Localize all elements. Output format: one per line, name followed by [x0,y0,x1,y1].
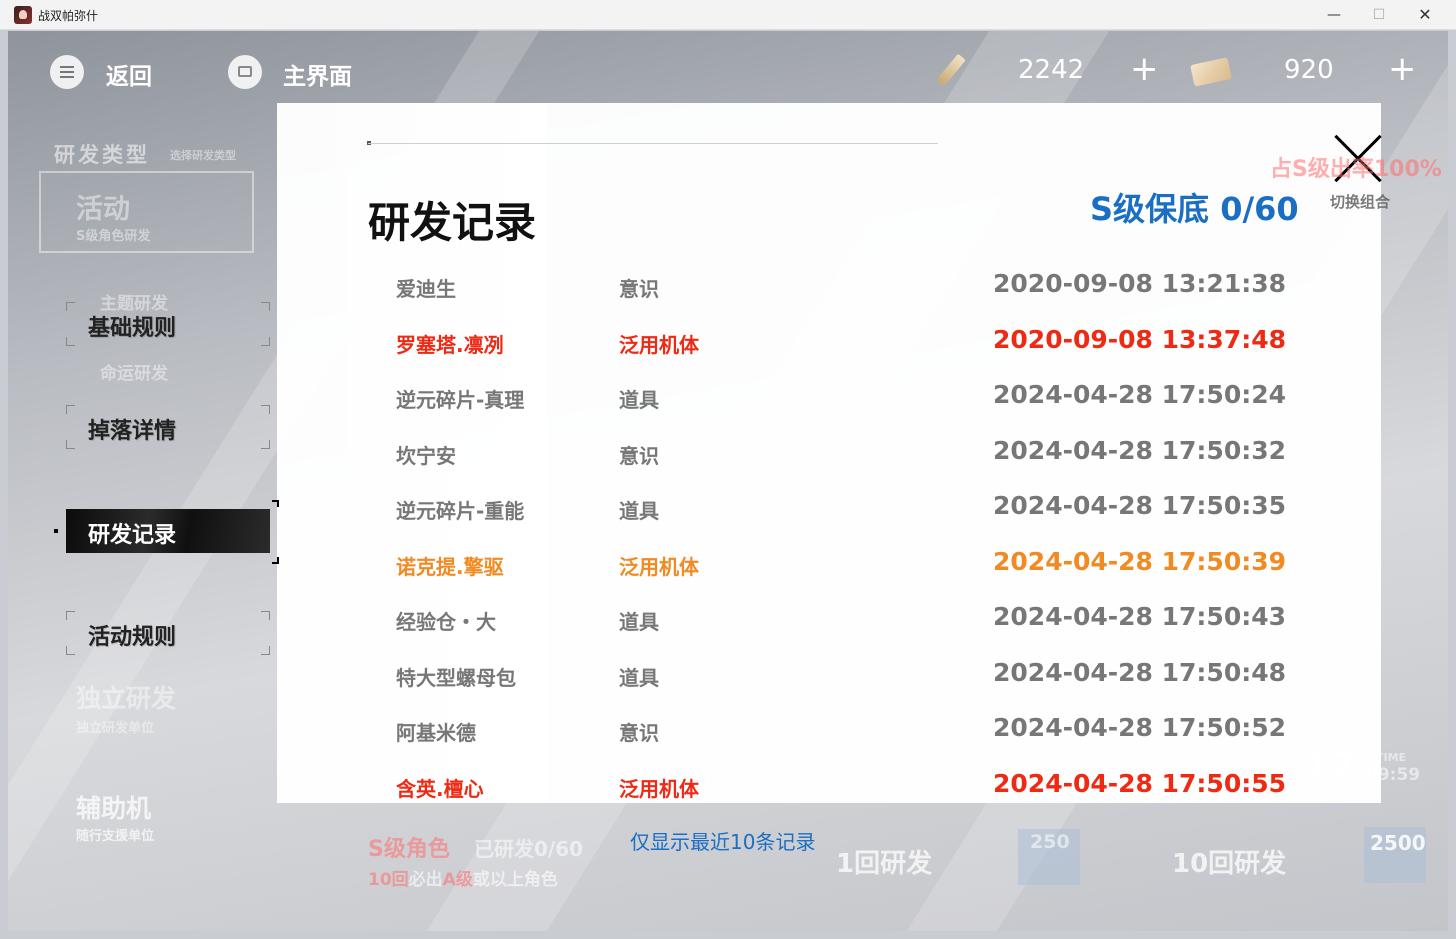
tab-drop-details[interactable]: 掉落详情 [66,405,270,449]
page-title: 研发记录 [368,198,537,247]
window-close-button[interactable]: ✕ [1402,0,1448,30]
add-pen-button[interactable]: + [1130,49,1159,89]
bg-guarantee: 10回必出A级或以上角色 [368,865,558,890]
bg-heading-sub: 选择研发类型 [170,149,236,162]
switch-combo-button[interactable]: 切换组合 [1330,191,1390,212]
window-title: 战双帕弥什 [38,9,99,23]
bg-item-independent: 独立研发 [76,684,177,713]
pity-counter: S级保底 0/60 [1090,190,1299,228]
single-cost: 250 [1030,831,1070,853]
back-button[interactable]: 返回 [106,57,152,91]
currency-ticket-value: 920 [1284,55,1334,85]
record-type: 道具 [619,665,659,690]
tab-label: 基础规则 [88,316,177,341]
record-row: 含英.檀心 泛用机体 2024-04-28 17:50:55 [396,767,1286,807]
ticket-icon [1188,53,1232,89]
record-row: 逆元碎片-重能 道具 2024-04-28 17:50:35 [396,489,1286,529]
record-row: 爱迪生 意识 2020-09-08 13:21:38 [396,267,1286,307]
bg-item-assist: 辅助机 [76,794,152,823]
game-viewport: 返回 主界面 2242 + 920 + 研发类型 选择研发类型 活动 S级角色研… [8,31,1448,931]
single-develop-button[interactable]: 1回研发 [836,843,932,880]
record-name: 坎宁安 [396,443,456,468]
record-type: 泛用机体 [619,776,699,801]
main-screen-button[interactable]: 主界面 [283,57,352,91]
record-type: 意识 [619,721,659,745]
record-row: 坎宁安 意识 2024-04-28 17:50:32 [396,434,1286,474]
record-type: 泛用机体 [619,554,699,579]
record-type: 意识 [619,443,659,468]
bg-s-progress: 已研发0/60 [474,837,584,861]
tab-event-rules[interactable]: 活动规则 [66,611,270,655]
footnote: 仅显示最近10条记录 [630,830,816,854]
bg-item-independent-sub: 独立研发单位 [76,721,155,736]
record-time: 2020-09-08 13:37:48 [993,324,1286,354]
record-time: 2024-04-28 17:50:39 [993,546,1286,576]
record-row: 经验仓・大 道具 2024-04-28 17:50:43 [396,600,1286,640]
record-time: 2024-04-28 17:50:52 [993,713,1286,742]
record-time: 2024-04-28 17:50:55 [993,768,1286,798]
bg-time-label: TIME [1376,751,1407,764]
pen-icon [928,53,972,89]
tab-basic-rules[interactable]: 基础规则 [66,302,270,346]
window-titlebar: 战双帕弥什 — ☐ ✕ [0,0,1456,30]
record-type: 道具 [619,610,659,634]
bg-guarantee-grade: A级 [442,870,473,890]
record-name: 阿基米德 [396,721,476,745]
record-row: 诺克提.擎驱 泛用机体 2024-04-28 17:50:39 [396,545,1286,585]
active-tab-brackets [66,500,279,564]
bg-develop-label: 研 发 [1298,333,1345,357]
record-row: 逆元碎片-真理 道具 2024-04-28 17:50:24 [396,378,1286,418]
bg-guarantee-prefix: 10回 [368,870,409,890]
record-row: 特大型螺母包 道具 2024-04-28 17:50:48 [396,656,1286,696]
bg-item-assist-sub: 随行支援单位 [76,829,155,844]
menu-icon[interactable] [50,55,84,89]
record-type: 道具 [619,388,659,412]
record-type: 道具 [619,499,659,523]
record-name: 爱迪生 [396,277,456,301]
record-name: 罗塞塔.凛冽 [396,332,504,357]
record-name: 特大型螺母包 [396,665,516,690]
tab-label: 掉落详情 [88,419,177,444]
app-icon [14,6,32,24]
bg-heading: 研发类型 [54,143,150,167]
record-time: 2024-04-28 17:50:32 [993,435,1286,465]
record-name: 经验仓・大 [396,610,496,634]
record-name: 逆元碎片-重能 [396,499,525,523]
record-row: 罗塞塔.凛冽 泛用机体 2020-09-08 13:37:48 [396,323,1286,363]
record-time: 2024-04-28 17:50:35 [993,491,1286,520]
home-icon[interactable] [228,55,262,89]
bg-guarantee-mid: 必出 [408,870,443,890]
deco-line [368,143,938,144]
record-row: 阿基米德 意识 2024-04-28 17:50:52 [396,711,1286,751]
add-ticket-button[interactable]: + [1388,49,1417,89]
record-type: 意识 [619,277,659,301]
bg-guarantee-suffix: 或以上角色 [472,870,558,890]
bg-new-tag: NEW [1330,401,1366,412]
bg-s-role: S级角色 [368,837,450,862]
bg-time-value: 09:59 [1366,765,1421,785]
bg-active-title: 活动 [76,194,130,225]
record-time: 2024-04-28 17:50:24 [993,380,1286,409]
record-type: 泛用机体 [619,332,699,357]
bg-rate-text: 占S级出率100% [1270,157,1442,182]
record-time: 2024-04-28 17:50:48 [993,657,1286,687]
ten-develop-button[interactable]: 10回研发 [1172,843,1286,880]
currency-pen-value: 2242 [1018,55,1085,85]
top-bar: 返回 主界面 2242 + 920 + [8,31,1448,111]
ten-cost: 2500 [1370,831,1426,855]
bg-active-sub: S级角色研发 [76,229,151,244]
active-tab-dot [54,529,58,533]
tab-label: 活动规则 [88,625,177,650]
bg-item-fate: 命运研发 [100,364,168,384]
record-name: 含英.檀心 [396,776,484,801]
maximize-button[interactable]: ☐ [1356,0,1402,30]
record-name: 逆元碎片-真理 [396,388,525,412]
record-time: 2020-09-08 13:21:38 [993,269,1286,298]
minimize-button[interactable]: — [1311,0,1357,30]
bg-counter: /17 [1292,745,1356,786]
record-time: 2024-04-28 17:50:43 [993,602,1286,631]
record-name: 诺克提.擎驱 [396,554,504,579]
